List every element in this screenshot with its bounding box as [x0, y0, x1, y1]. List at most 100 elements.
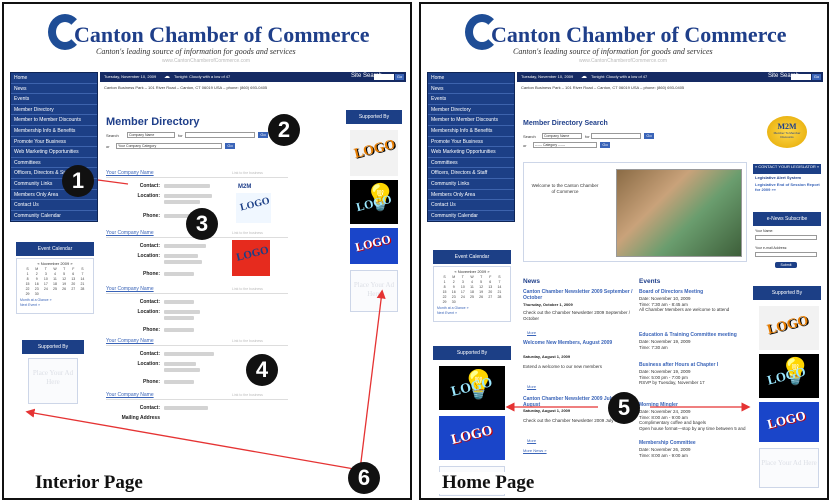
calendar-date[interactable]: 11 [50, 277, 59, 281]
calendar-date[interactable]: 25 [50, 287, 59, 291]
calendar-date[interactable]: 4 [467, 280, 476, 284]
site-search-input[interactable] [791, 74, 811, 80]
event-item-title[interactable]: Education & Training Committee meeting [639, 332, 747, 338]
nav-item[interactable]: Committees [428, 158, 514, 169]
sponsor-logo-image[interactable]: 💡 LOGO [759, 354, 819, 398]
calendar-date[interactable]: 8 [440, 285, 449, 289]
calendar-date[interactable]: 12 [60, 277, 69, 281]
nav-item[interactable]: Home [428, 73, 514, 84]
calendar-date[interactable]: 3 [458, 280, 467, 284]
company-name-select[interactable]: Company Name [127, 132, 175, 138]
calendar-date[interactable]: 18 [467, 290, 476, 294]
nav-item[interactable]: Contact Us [11, 200, 97, 211]
sponsor-logo-image[interactable]: LOGO [759, 402, 819, 442]
sponsor-logo-image[interactable]: LOGO [350, 130, 398, 176]
calendar-date[interactable]: 18 [50, 282, 59, 286]
calendar-date[interactable]: 19 [60, 282, 69, 286]
subscribe-submit-button[interactable]: Submit [775, 262, 797, 268]
place-your-ad[interactable]: Place Your Ad Here [28, 358, 78, 404]
nav-item[interactable]: Member Directory [428, 105, 514, 116]
nav-item[interactable]: News [428, 84, 514, 95]
event-item-title[interactable]: Board of Directors Meeting [639, 289, 747, 295]
calendar-date[interactable]: 25 [467, 295, 476, 299]
calendar-date[interactable]: 2 [449, 280, 458, 284]
calendar-date[interactable]: 23 [32, 287, 41, 291]
calendar-date[interactable]: 21 [495, 290, 504, 294]
calendar-date[interactable]: 13 [69, 277, 78, 281]
category-go-button[interactable]: Go [225, 143, 235, 149]
nav-item[interactable]: Member to Member Discounts [11, 115, 97, 126]
calendar-month-link[interactable]: Month at a Glance » [17, 298, 93, 302]
calendar-date[interactable]: 30 [32, 292, 41, 296]
calendar-date[interactable]: 13 [486, 285, 495, 289]
calendar-date[interactable]: 17 [41, 282, 50, 286]
category-go-button[interactable]: Go [600, 142, 610, 148]
nav-item[interactable]: Community Calendar [11, 211, 97, 222]
calendar-date[interactable]: 27 [486, 295, 495, 299]
nav-item[interactable]: Home [11, 73, 97, 84]
sponsor-logo-image[interactable]: 💡 LOGO [439, 366, 505, 410]
event-item-title[interactable]: Membership Committee [639, 440, 747, 446]
nav-item[interactable]: Web Marketing Opportunities [428, 147, 514, 158]
nav-item[interactable]: Contact Us [428, 200, 514, 211]
calendar-date[interactable]: 7 [78, 272, 87, 276]
category-select[interactable]: Your Company Category [116, 143, 222, 149]
calendar-date[interactable]: 28 [495, 295, 504, 299]
nav-item[interactable]: Member to Member Discounts [428, 115, 514, 126]
search-input[interactable] [185, 132, 255, 138]
nav-item[interactable]: Community Links [428, 179, 514, 190]
calendar-date[interactable]: 12 [477, 285, 486, 289]
email-input[interactable] [755, 252, 817, 257]
listing-business-link[interactable]: Link to the business [232, 339, 263, 343]
calendar-date[interactable]: 26 [477, 295, 486, 299]
calendar-date[interactable]: 1 [440, 280, 449, 284]
calendar-date[interactable]: 9 [449, 285, 458, 289]
more-news-link[interactable]: More News » [523, 448, 547, 453]
listing-business-link[interactable]: Link to the business [232, 287, 263, 291]
calendar-date[interactable]: 29 [23, 292, 32, 296]
calendar-date[interactable]: 6 [69, 272, 78, 276]
search-go-button[interactable]: Go [258, 132, 268, 138]
news-item-title[interactable]: Welcome New Members, August 2009 [523, 340, 633, 346]
nav-item[interactable]: Events [428, 94, 514, 105]
nav-item[interactable]: Member Directory [11, 105, 97, 116]
listing-company-name[interactable]: Your Company Name [106, 338, 154, 344]
calendar-next-link[interactable]: Next Event » [17, 303, 93, 307]
calendar-date[interactable]: 4 [50, 272, 59, 276]
listing-company-name[interactable]: Your Company Name [106, 392, 154, 398]
news-more-link[interactable]: More [527, 384, 536, 389]
nav-item[interactable]: Officers, Directors & Staff [428, 168, 514, 179]
nav-item[interactable]: News [11, 84, 97, 95]
calendar-date[interactable]: 8 [23, 277, 32, 281]
company-name-select[interactable]: Company Name [542, 133, 582, 139]
calendar-date[interactable]: 9 [32, 277, 41, 281]
calendar-date[interactable]: 22 [23, 287, 32, 291]
calendar-date[interactable]: 7 [495, 280, 504, 284]
search-go-button[interactable]: Go [644, 133, 654, 139]
nav-item[interactable]: Promote Your Business [11, 137, 97, 148]
calendar-date[interactable]: 23 [449, 295, 458, 299]
place-your-ad[interactable]: Place Your Ad Here [759, 448, 819, 488]
site-search-go-button[interactable]: Go [812, 74, 821, 80]
event-item-title[interactable]: Morning Mingler [639, 402, 747, 408]
calendar-date[interactable]: 16 [449, 290, 458, 294]
calendar-next-link[interactable]: Next Event » [434, 311, 510, 315]
calendar-date[interactable]: 14 [495, 285, 504, 289]
place-your-ad[interactable]: Place Your Ad Here [350, 270, 398, 312]
calendar-date[interactable]: 1 [23, 272, 32, 276]
calendar-date[interactable]: 24 [41, 287, 50, 291]
calendar-date[interactable]: 27 [69, 287, 78, 291]
calendar-date[interactable]: 10 [41, 277, 50, 281]
calendar-date[interactable]: 5 [60, 272, 69, 276]
nav-item[interactable]: Members Only Area [428, 190, 514, 201]
calendar-date[interactable]: 15 [440, 290, 449, 294]
calendar-date[interactable]: 17 [458, 290, 467, 294]
member-to-member-badge[interactable]: M2M Member To Member Discounts [767, 116, 807, 148]
listing-business-link[interactable]: Link to the business [232, 171, 263, 175]
news-more-link[interactable]: More [527, 438, 536, 443]
calendar-date[interactable]: 15 [23, 282, 32, 286]
listing-company-name[interactable]: Your Company Name [106, 230, 154, 236]
news-more-link[interactable]: More [527, 330, 536, 335]
nav-item[interactable]: Web Marketing Opportunities [11, 147, 97, 158]
sponsor-logo-image[interactable]: 💡 LOGO [350, 180, 398, 224]
